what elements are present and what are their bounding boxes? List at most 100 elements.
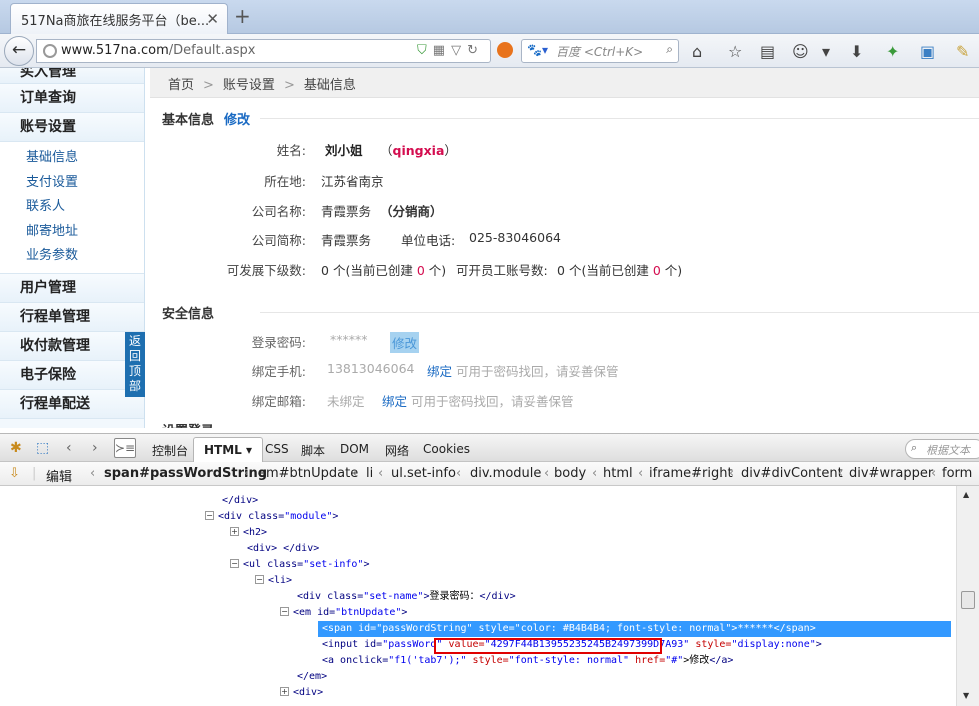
sidebar-item-payments[interactable]: 收付款管理 <box>0 331 144 361</box>
menu-dropdown-icon[interactable]: ▾ <box>822 42 830 61</box>
dropdown-icon[interactable]: ▽ <box>451 43 467 58</box>
html-line[interactable]: </div> <box>222 493 258 509</box>
html-line[interactable]: + <div> <box>280 685 323 701</box>
crumb-div-content[interactable]: div#divContent <box>741 466 843 481</box>
scrollbar-thumb[interactable] <box>961 591 975 609</box>
html-line[interactable]: − <div class="module"> <box>205 509 338 525</box>
crumb-html[interactable]: html <box>603 466 633 481</box>
sidebar-item-orders[interactable]: 订单查询 <box>0 84 144 113</box>
tab-cookies[interactable]: Cookies <box>423 442 470 456</box>
tab-html[interactable]: HTML ▾ <box>193 437 264 463</box>
crumb-form[interactable]: form <box>942 466 972 481</box>
tab-console[interactable]: 控制台 <box>152 442 188 459</box>
bind-phone-link[interactable]: 绑定 <box>427 361 452 380</box>
devtools-search-input[interactable]: ⌕ 根据文本 <box>905 439 979 459</box>
sidebar-sub-basic-info[interactable]: 基础信息 <box>0 146 144 171</box>
shield-icon[interactable]: ⛉ <box>417 43 433 58</box>
browser-tab[interactable]: 517Na商旅在线服务平台（be... ✕ <box>10 3 228 34</box>
new-tab-icon[interactable]: + <box>234 4 251 28</box>
baidu-icon[interactable]: 🐾▾ <box>527 43 548 57</box>
url-bar[interactable]: www.517na.com/Default.aspx ⛉▦▽↻ <box>36 39 491 63</box>
bookmarks-list-icon[interactable]: ▤ <box>760 42 775 61</box>
expand-icon[interactable]: + <box>230 527 239 536</box>
command-line-icon[interactable]: ≻≡ <box>114 438 136 458</box>
html-line[interactable]: − <li> <box>255 573 292 589</box>
html-line[interactable]: − <ul class="set-info"> <box>230 557 369 573</box>
chevron-left-icon: ‹ <box>544 466 550 481</box>
plugin-icon[interactable]: ✦ <box>886 42 899 61</box>
collapse-icon[interactable]: − <box>230 559 239 568</box>
forward-icon[interactable]: › <box>92 440 98 456</box>
sidebar-sub-params[interactable]: 业务参数 <box>0 244 144 269</box>
sidebar-item-itinerary[interactable]: 行程单管理 <box>0 302 144 332</box>
sidebar-item-buy[interactable]: 买入管理 <box>0 68 144 84</box>
html-attr-value: "set-info" <box>303 559 364 570</box>
sidebar-item-account[interactable]: 账号设置 <box>0 113 144 142</box>
edit-button[interactable]: 编辑 <box>46 466 72 485</box>
bind-phone-label: 绑定手机: <box>251 364 306 379</box>
pin-icon[interactable]: ⇩ <box>9 466 20 481</box>
extension-icon[interactable]: ✎ <box>956 42 969 61</box>
sidebar-item-insurance[interactable]: 电子保险 <box>0 360 144 390</box>
basic-info-edit-link[interactable]: 修改 <box>224 113 250 128</box>
search-input[interactable]: 🐾▾ 百度 <Ctrl+K> ⌕ <box>521 39 679 63</box>
html-line[interactable]: </em> <box>297 669 327 685</box>
collapse-icon[interactable]: − <box>280 607 289 616</box>
back-arrow-icon[interactable]: ← <box>4 36 34 66</box>
crumb-em[interactable]: em#btnUpdate <box>258 466 358 481</box>
html-line[interactable]: <div class="set-name">登录密码：</div> <box>297 589 516 605</box>
crumb-iframe[interactable]: iframe#right <box>649 466 733 481</box>
scroll-down-icon[interactable]: ▼ <box>963 691 969 700</box>
qr-icon[interactable]: ▦ <box>433 43 451 58</box>
url-host: www.517na.com <box>61 43 169 58</box>
tab-network[interactable]: 网络 <box>385 442 409 459</box>
collapse-icon[interactable]: − <box>205 511 214 520</box>
bind-email-link[interactable]: 绑定 <box>382 391 407 410</box>
devtools-scrollbar[interactable]: ▲ ▼ <box>956 486 979 706</box>
close-icon[interactable]: ✕ <box>206 10 219 28</box>
bookmark-star-icon[interactable]: ☆ <box>728 42 742 61</box>
html-tag: > <box>332 511 339 522</box>
crumb-li[interactable]: li <box>366 466 373 481</box>
firebug-icon[interactable]: ✱ <box>10 440 22 456</box>
tab-dom[interactable]: DOM <box>340 442 369 456</box>
html-line[interactable]: − <em id="btnUpdate"> <box>280 605 407 621</box>
html-tag: > <box>401 607 408 618</box>
password-mask: ****** <box>330 332 368 347</box>
sidebar-sub-contacts[interactable]: 联系人 <box>0 195 144 220</box>
expand-icon[interactable]: + <box>280 687 289 696</box>
tab-script[interactable]: 脚本 <box>301 442 325 459</box>
breadcrumb-account[interactable]: 账号设置 <box>223 78 275 93</box>
crumb-div-wrapper[interactable]: div#wrapper <box>849 466 933 481</box>
collapse-icon[interactable]: − <box>255 575 264 584</box>
monkey-icon[interactable]: ☺ <box>792 42 809 61</box>
scroll-up-icon[interactable]: ▲ <box>963 490 969 499</box>
sidebar-item-users[interactable]: 用户管理 <box>0 273 144 303</box>
crumb-div-module[interactable]: div.module <box>470 466 541 481</box>
html-line-selected[interactable]: <span id="passWordString" style="color: … <box>318 621 951 637</box>
search-icon[interactable]: ⌕ <box>666 42 673 57</box>
reload-icon[interactable]: ↻ <box>467 43 484 58</box>
sidebar-item-delivery[interactable]: 行程单配送 <box>0 389 144 419</box>
back-to-top-button[interactable]: 返 回 顶 部 <box>125 332 145 397</box>
html-line[interactable]: <div> </div> <box>247 541 319 557</box>
crumb-body[interactable]: body <box>554 466 586 481</box>
html-line[interactable]: + <h2> <box>230 525 267 541</box>
crumb-ul[interactable]: ul.set-info <box>391 466 456 481</box>
sub-text: 个(当前已创建 <box>332 263 413 278</box>
html-line[interactable]: <a onclick="f1('tab7');" style="font-sty… <box>322 653 733 669</box>
password-edit-link[interactable]: 修改 <box>390 332 420 353</box>
download-icon[interactable]: ⬇ <box>850 42 863 61</box>
home-icon[interactable]: ⌂ <box>692 42 702 61</box>
addon-icon[interactable] <box>497 42 513 58</box>
sidebar-sub-payment[interactable]: 支付设置 <box>0 170 144 195</box>
staff-created: 0 <box>652 263 661 278</box>
crumb-span[interactable]: span#passWordString <box>104 466 267 481</box>
tab-css[interactable]: CSS <box>265 442 289 456</box>
screenshot-icon[interactable]: ▣ <box>920 42 935 61</box>
back-icon[interactable]: ‹ <box>66 440 72 456</box>
page-content: 买入管理 订单查询 账号设置 基础信息 支付设置 联系人 邮寄地址 业务参数 用… <box>0 68 979 428</box>
inspect-icon[interactable]: ⬚ <box>36 440 49 456</box>
sidebar-sub-address[interactable]: 邮寄地址 <box>0 219 144 244</box>
breadcrumb-home[interactable]: 首页 <box>168 78 194 93</box>
